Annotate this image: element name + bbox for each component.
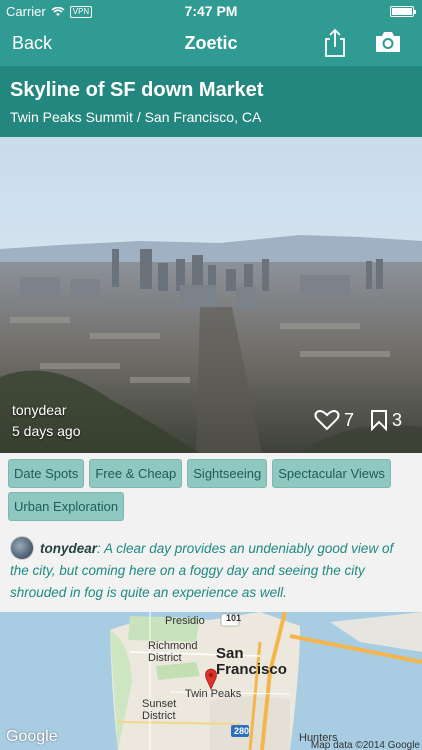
bookmark-icon (371, 410, 387, 431)
spot-title: Skyline of SF down Market (10, 79, 264, 101)
battery-icon (390, 6, 416, 17)
map-label-richmond: Richmond District (148, 640, 198, 664)
photo-time: 5 days ago (12, 423, 81, 439)
tag-free-cheap[interactable]: Free & Cheap (89, 459, 183, 488)
camera-icon[interactable] (374, 31, 402, 53)
map-label-city: San Francisco (216, 645, 287, 678)
map-copyright: Map data ©2014 Google (310, 740, 420, 750)
photo-author[interactable]: tonydear (12, 402, 66, 418)
like-count: 7 (344, 409, 355, 430)
like-button[interactable]: 7 (314, 409, 354, 431)
nav-bar: Back Zoetic (0, 22, 422, 66)
tag-urban-exploration[interactable]: Urban Exploration (8, 492, 125, 521)
app-title: Zoetic (184, 33, 238, 53)
bookmark-button[interactable]: 3 (370, 409, 402, 431)
top-bar: Carrier VPN 7:47 PM Back Zoetic (0, 0, 422, 66)
tag-spectacular-views[interactable]: Spectacular Views (272, 459, 391, 488)
comment: tonydear: A clear day provides an undeni… (10, 536, 414, 604)
tag-sightseeing[interactable]: Sightseeing (187, 459, 268, 488)
google-logo: Google (6, 728, 58, 745)
route-280-label: 280 (234, 726, 250, 736)
heart-icon (314, 410, 340, 431)
bookmark-count: 3 (392, 409, 403, 430)
map-view[interactable]: 101 280 Presidio Richmond District San F… (0, 612, 422, 750)
avatar[interactable] (10, 536, 34, 560)
status-time: 7:47 PM (184, 3, 238, 19)
spot-location: Twin Peaks Summit / San Francisco, CA (10, 109, 262, 125)
map-label-presidio: Presidio (165, 615, 205, 627)
route-101-label: 101 (226, 613, 242, 623)
comment-author[interactable]: tonydear (40, 541, 97, 556)
map-label-sunset: Sunset District (142, 698, 177, 722)
spot-header: Skyline of SF down Market Twin Peaks Sum… (0, 66, 422, 137)
spot-photo[interactable]: tonydear 5 days ago 7 3 (0, 137, 422, 453)
tag-date-spots[interactable]: Date Spots (8, 459, 85, 488)
share-icon[interactable] (322, 28, 348, 58)
map-pin-icon[interactable] (204, 668, 218, 690)
tag-list: Date Spots Free & Cheap Sightseeing Spec… (8, 459, 418, 521)
status-bar: Carrier VPN 7:47 PM (0, 0, 422, 22)
